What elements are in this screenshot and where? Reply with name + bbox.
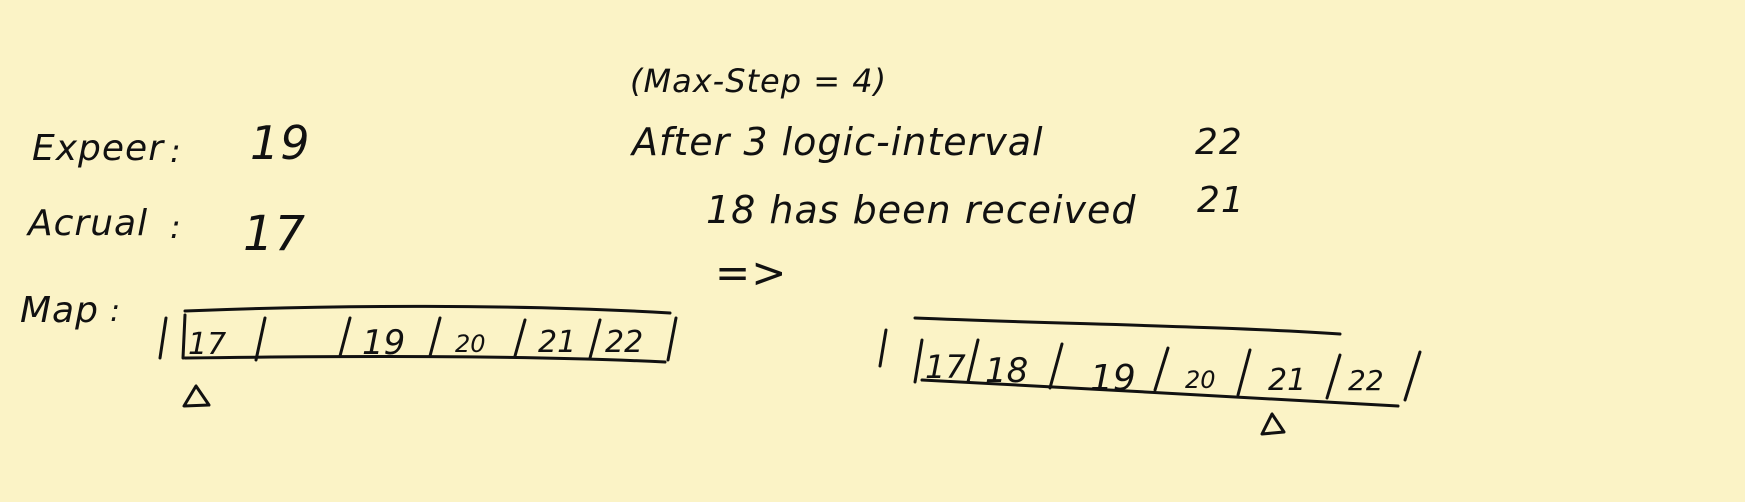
right-map-divider <box>966 338 980 384</box>
right-map-divider <box>913 338 924 384</box>
left-pointer-triangle <box>182 384 211 408</box>
left-map-divider <box>338 316 352 358</box>
left-map-divider <box>254 316 267 362</box>
right-map-divider <box>1236 348 1252 397</box>
right-map-strip: 17 18 19 20 21 22 <box>878 316 1422 436</box>
left-map-cell: 19 <box>362 323 405 363</box>
left-map-divider <box>588 318 602 360</box>
left-map-top-edge <box>183 304 672 315</box>
right-pointer-triangle <box>1260 412 1286 436</box>
left-map-divider <box>513 318 527 358</box>
left-map-cell: 22 <box>605 325 643 360</box>
right-map-cell: 18 <box>985 351 1028 391</box>
left-map-divider <box>666 316 678 362</box>
left-map-strip: 17 19 20 21 22 <box>158 304 678 408</box>
left-map-cell: 20 <box>455 330 486 358</box>
right-map-cell: 17 <box>925 348 966 386</box>
left-map-divider <box>428 316 442 358</box>
right-map-divider <box>1153 346 1170 392</box>
left-map-cell: 21 <box>538 325 576 360</box>
left-map-divider <box>181 313 187 360</box>
right-map-top-edge <box>913 316 1342 336</box>
right-map-divider <box>1048 342 1064 390</box>
right-map-divider <box>1403 350 1422 402</box>
left-map-divider <box>158 316 168 360</box>
sketch-canvas: 17 19 20 21 22 17 18 19 20 21 22 <box>158 304 1422 436</box>
right-map-divider <box>1325 353 1342 400</box>
right-map-cell: 20 <box>1185 366 1216 394</box>
right-map-cell: 21 <box>1268 363 1306 398</box>
right-map-cell: 19 <box>1090 358 1136 399</box>
left-map-cell: 17 <box>188 327 226 362</box>
right-map-divider <box>878 328 888 368</box>
right-map-cell: 22 <box>1348 364 1384 397</box>
